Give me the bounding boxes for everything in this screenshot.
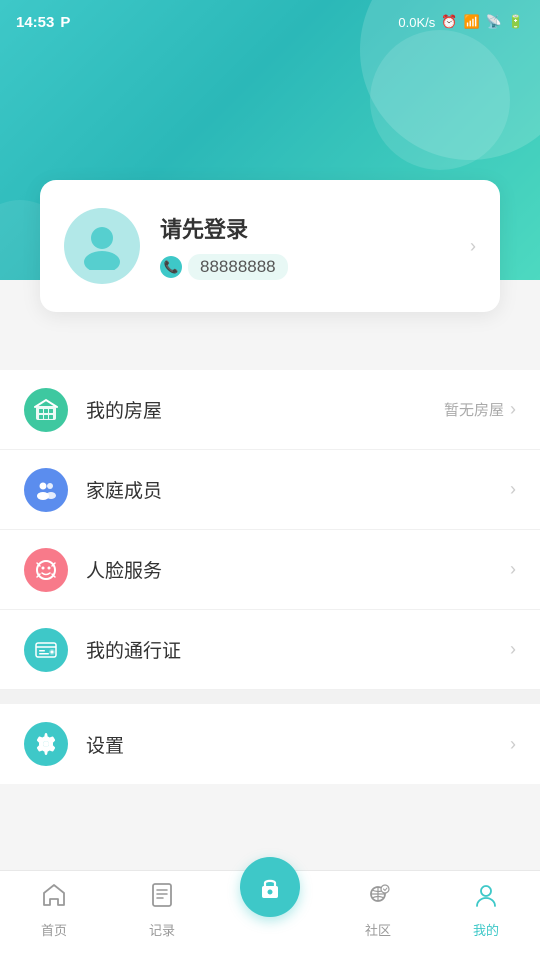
nav-record[interactable]: 记录 (108, 881, 216, 939)
nav-home[interactable]: 首页 (0, 881, 108, 939)
menu-section-divider (0, 690, 540, 704)
alarm-icon: ⏰ (441, 14, 457, 30)
wifi-icon: 📡 (486, 14, 502, 30)
my-house-arrow: › (510, 399, 516, 420)
login-prompt: 请先登录 (160, 212, 462, 244)
settings-arrow: › (510, 734, 516, 755)
profile-arrow-icon: › (470, 236, 476, 257)
parking-icon: P (60, 14, 70, 31)
pass-icon-wrap (24, 628, 68, 672)
nav-mine[interactable]: 我的 (432, 881, 540, 939)
community-icon (364, 881, 392, 916)
profile-info: 请先登录 📞 88888888 (160, 212, 462, 280)
battery-icon: 🔋 (508, 14, 524, 30)
signal-icon: 📶 (463, 14, 479, 30)
status-time: 14:53 (16, 14, 54, 31)
deco-circle-2 (370, 30, 510, 170)
pass-label: 我的通行证 (86, 636, 510, 663)
network-speed: 0.0K/s (398, 15, 435, 30)
avatar (64, 208, 140, 284)
nav-center[interactable]: 中 (216, 875, 324, 940)
family-label: 家庭成员 (86, 476, 510, 503)
face-label: 人脸服务 (86, 556, 510, 583)
face-icon-wrap (24, 548, 68, 592)
menu-item-family[interactable]: 家庭成员 › (0, 450, 540, 530)
face-arrow: › (510, 559, 516, 580)
my-house-label: 我的房屋 (86, 396, 444, 423)
pass-arrow: › (510, 639, 516, 660)
nav-community[interactable]: 社区 (324, 881, 432, 939)
home-icon (40, 881, 68, 916)
my-house-status: 暂无房屋 (444, 399, 504, 420)
menu-item-face[interactable]: 人脸服务 › (0, 530, 540, 610)
menu-item-pass[interactable]: 我的通行证 › (0, 610, 540, 690)
phone-icon: 📞 (160, 256, 182, 278)
status-left: 14:53 P (16, 14, 70, 31)
profile-phone-row: 📞 88888888 (160, 254, 462, 280)
settings-icon-wrap (24, 722, 68, 766)
bottom-nav: 首页 记录 中 (0, 870, 540, 960)
avatar-icon (76, 218, 128, 275)
record-icon (148, 881, 176, 916)
menu-item-settings[interactable]: 设置 › (0, 704, 540, 784)
status-bar: 14:53 P 0.0K/s ⏰ 📶 📡 🔋 (0, 0, 540, 44)
status-right: 0.0K/s ⏰ 📶 📡 🔋 (398, 14, 524, 30)
mine-icon (472, 881, 500, 916)
phone-number: 88888888 (188, 254, 288, 280)
home-label: 首页 (41, 920, 67, 939)
my-house-icon-wrap (24, 388, 68, 432)
menu-item-my-house[interactable]: 我的房屋 暂无房屋 › (0, 370, 540, 450)
family-icon-wrap (24, 468, 68, 512)
family-arrow: › (510, 479, 516, 500)
center-lock-button[interactable] (240, 857, 300, 917)
mine-label: 我的 (473, 920, 499, 939)
settings-label: 设置 (86, 731, 510, 758)
menu-list: 我的房屋 暂无房屋 › 家庭成员 › (0, 370, 540, 784)
record-label: 记录 (149, 920, 175, 939)
community-label: 社区 (365, 920, 391, 939)
profile-card[interactable]: 请先登录 📞 88888888 › (40, 180, 500, 312)
